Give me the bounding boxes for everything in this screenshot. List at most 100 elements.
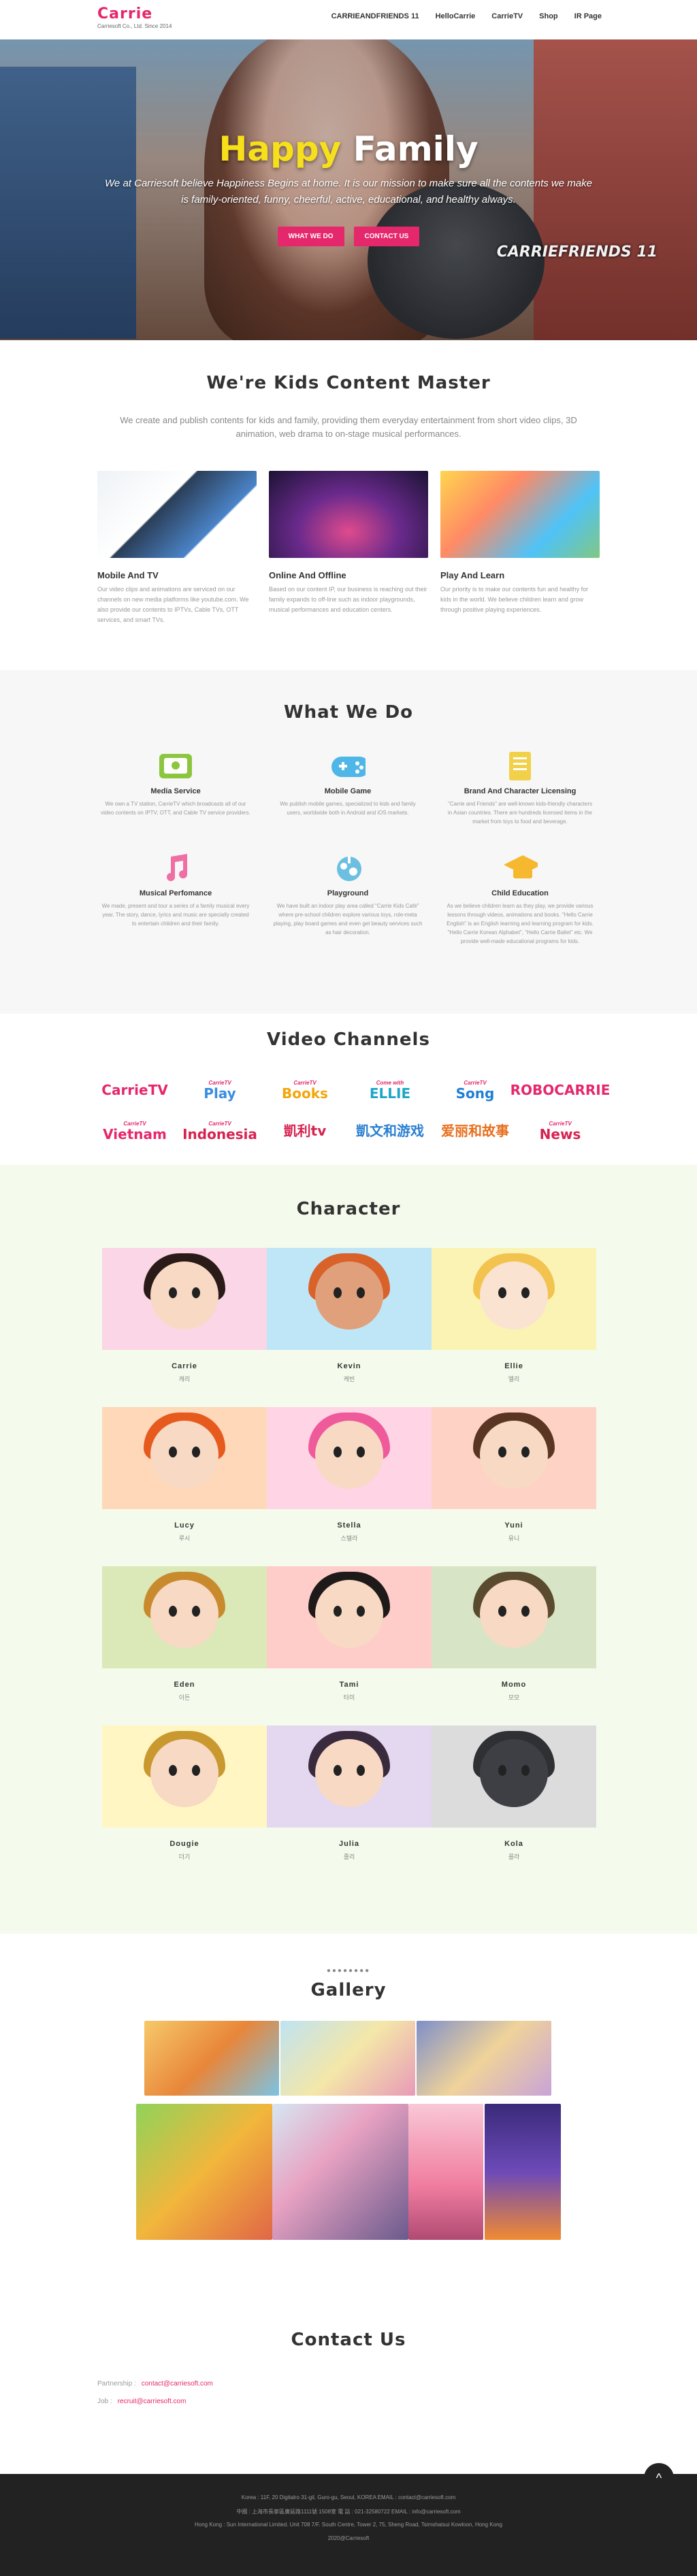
contact-job: Job : recruit@carriesoft.com <box>97 2398 187 2405</box>
character-image <box>267 1725 432 1828</box>
character-eye <box>357 1765 365 1776</box>
channel-logo[interactable]: Come with ELLIE <box>353 1075 427 1105</box>
character-name: Eden <box>174 1681 195 1689</box>
playground-icon <box>330 853 366 884</box>
channel-logo[interactable]: ROBOCARRIE <box>510 1075 611 1105</box>
gallery-image-3[interactable] <box>417 2021 551 2096</box>
character-korean-name: 이든 <box>178 1694 191 1701</box>
character-eye <box>334 1606 342 1617</box>
character-image <box>267 1248 432 1350</box>
channel-logo[interactable]: CarrieTV Books <box>268 1075 342 1105</box>
gallery-divider: ●●●●●●●● <box>326 1967 371 1975</box>
character-card-yuni[interactable]: Yuni 유니 <box>432 1407 596 1542</box>
what-we-do-button[interactable]: WHAT WE DO <box>277 227 344 246</box>
character-eye <box>192 1287 200 1298</box>
character-card-eden[interactable]: Eden 이든 <box>102 1566 267 1702</box>
channel-logo[interactable]: CarrieTV Vietnam <box>97 1116 172 1146</box>
character-card-kola[interactable]: Kola 콜라 <box>432 1725 596 1861</box>
channel-logo[interactable]: CarrieTV Song <box>438 1075 513 1105</box>
contact-title: Contact Us <box>291 2330 406 2350</box>
contact-us-button[interactable]: CONTACT US <box>353 227 420 246</box>
hero-title: Happy Family <box>0 129 697 169</box>
character-card-stella[interactable]: Stella 스텔라 <box>267 1407 432 1542</box>
character-image <box>432 1407 596 1509</box>
character-name: Tami <box>339 1681 359 1689</box>
gallery-image-6[interactable] <box>408 2104 483 2240</box>
character-eye <box>334 1447 342 1457</box>
character-eye <box>169 1447 177 1457</box>
nav-ir-page[interactable]: IR Page <box>574 12 602 20</box>
character-eye <box>192 1765 200 1776</box>
character-card-lucy[interactable]: Lucy 루시 <box>102 1407 267 1542</box>
gallery-image-5[interactable] <box>272 2104 408 2240</box>
channel-logo[interactable]: CarrieTV News <box>523 1116 598 1146</box>
channel-logo[interactable]: CarrieTV Indonesia <box>182 1116 257 1146</box>
character-korean-name: 엘리 <box>508 1376 520 1383</box>
character-name: Julia <box>338 1840 360 1848</box>
graduation-cap-icon <box>502 853 538 884</box>
character-card-carrie[interactable]: Carrie 캐리 <box>102 1248 267 1383</box>
hero-banner: Happy Family We at Carriesoft believe Ha… <box>0 39 697 340</box>
gallery-title: Gallery <box>310 1980 387 2000</box>
logo[interactable]: Carrie Carriesoft Co., Ltd. Since 2014 <box>97 7 172 30</box>
character-name: Dougie <box>169 1840 199 1848</box>
license-icon <box>502 750 538 782</box>
footer-hongkong-address: Hong Kong : Sun International Limited. U… <box>195 2522 502 2528</box>
character-image <box>432 1725 596 1828</box>
character-eye <box>521 1287 530 1298</box>
character-card-ellie[interactable]: Ellie 엘리 <box>432 1248 596 1383</box>
service-mobile-game: Mobile Game We publish mobile games, spe… <box>273 750 423 817</box>
character-card-tami[interactable]: Tami 타미 <box>267 1566 432 1702</box>
site-header: Carrie Carriesoft Co., Ltd. Since 2014 C… <box>0 0 697 39</box>
character-eye <box>521 1606 530 1617</box>
character-korean-name: 루시 <box>178 1535 191 1542</box>
logo-text[interactable]: Carrie <box>97 7 172 22</box>
service-musical: Musical Perfomance We made, present and … <box>101 853 250 928</box>
service-media: Media Service We own a TV station, Carri… <box>101 750 250 817</box>
partnership-email-link[interactable]: contact@carriesoft.com <box>142 2380 213 2388</box>
channel-logo[interactable]: CarrieTV Play <box>182 1075 257 1105</box>
gallery-image-1[interactable] <box>144 2021 279 2096</box>
character-face <box>150 1421 218 1489</box>
what-we-do-title: What We Do <box>283 702 414 723</box>
character-image <box>267 1407 432 1509</box>
character-eye <box>521 1447 530 1457</box>
channel-logo[interactable]: 凱文和游戏 <box>353 1116 427 1146</box>
character-name: Kola <box>504 1840 523 1848</box>
gallery-image-4[interactable] <box>136 2104 272 2240</box>
character-card-julia[interactable]: Julia 줄리 <box>267 1725 432 1861</box>
character-korean-name: 스텔라 <box>340 1535 358 1542</box>
character-face <box>480 1580 548 1648</box>
service-education: Child Education As we believe children l… <box>445 853 595 946</box>
character-image <box>102 1407 267 1509</box>
character-eye <box>169 1765 177 1776</box>
character-name: Carrie <box>172 1362 197 1370</box>
nav-hellocarrie[interactable]: HelloCarrie <box>436 12 476 20</box>
back-to-top-button[interactable]: ^ <box>644 2463 674 2493</box>
feature-image-devices <box>97 471 257 558</box>
character-korean-name: 유니 <box>508 1535 520 1542</box>
gallery-image-7[interactable] <box>485 2104 561 2240</box>
character-card-kevin[interactable]: Kevin 케빈 <box>267 1248 432 1383</box>
nav-carrietv[interactable]: CarrieTV <box>491 12 523 20</box>
character-card-dougie[interactable]: Dougie 더기 <box>102 1725 267 1861</box>
footer-china-address: 中國 : 上海市長寧區廣延路1111號 1508室 電 話 : 021-3258… <box>236 2509 461 2515</box>
nav-carrieandfriends[interactable]: CARRIEANDFRIENDS 11 <box>331 12 419 20</box>
footer-korea-address: Korea : 11F, 20 Digitalro 31-gil, Guro-g… <box>241 2494 456 2500</box>
gallery-image-2[interactable] <box>280 2021 415 2096</box>
character-eye <box>498 1447 506 1457</box>
character-eye <box>357 1447 365 1457</box>
hero-brand-logo: CARRIEFRIENDS 11 <box>496 244 658 261</box>
channel-logo[interactable]: 凱利tv <box>268 1116 342 1146</box>
character-eye <box>192 1447 200 1457</box>
character-korean-name: 콜라 <box>508 1853 520 1860</box>
character-face <box>315 1580 383 1648</box>
channel-logo[interactable]: CarrieTV <box>97 1075 172 1105</box>
tv-icon <box>158 750 193 782</box>
character-card-momo[interactable]: Momo 모모 <box>432 1566 596 1702</box>
character-image <box>432 1566 596 1668</box>
character-korean-name: 더기 <box>178 1853 191 1860</box>
job-email-link[interactable]: recruit@carriesoft.com <box>118 2398 187 2405</box>
channel-logo[interactable]: 爱丽和故事 <box>438 1116 513 1146</box>
nav-shop[interactable]: Shop <box>539 12 558 20</box>
